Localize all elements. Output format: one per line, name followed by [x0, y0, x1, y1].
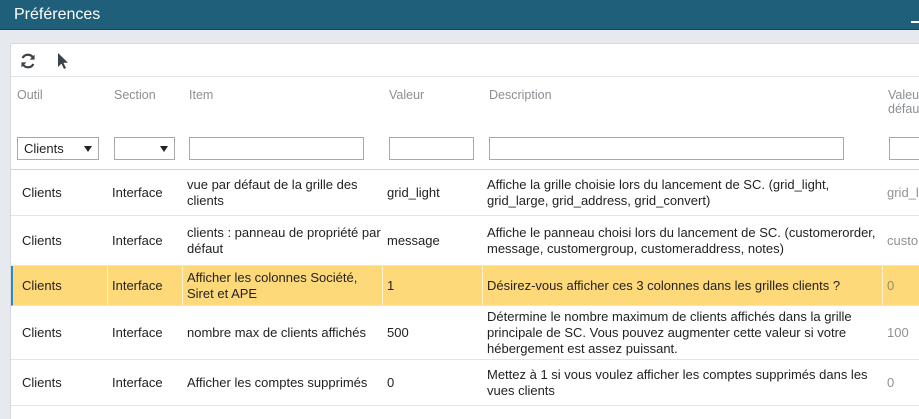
filter-outil-value: Clients [24, 141, 64, 156]
cell-item: Afficher les comptes supprimés [187, 374, 368, 390]
refresh-icon[interactable] [17, 50, 39, 72]
cell-item: clients : panneau de propriété par défau… [187, 224, 381, 256]
column-header-valeur-defaut[interactable]: Valeur par défaut [888, 88, 919, 116]
filter-section-select[interactable] [114, 137, 175, 160]
cell-section: Interface [112, 324, 163, 340]
cell-item: vue par défaut de la grille des clients [187, 176, 358, 208]
column-header-outil[interactable]: Outil [17, 88, 43, 102]
cell-outil: Clients [22, 232, 62, 248]
cursor-icon[interactable] [51, 50, 73, 72]
table-row[interactable]: Clients Interface nombre max de clients … [11, 306, 919, 360]
cell-outil: Clients [22, 184, 62, 200]
cell-valeur: 1 [383, 266, 483, 305]
cell-outil: Clients [13, 266, 108, 305]
window-title: Préférences [14, 6, 101, 23]
filter-description-input[interactable] [489, 137, 844, 160]
window-titlebar: Préférences [0, 0, 919, 30]
cell-item: Afficher les colonnes Société, Siret et … [183, 266, 383, 305]
column-header-description[interactable]: Description [489, 88, 552, 102]
filter-valeur-defaut-input[interactable] [889, 137, 919, 160]
cell-section: Interface [112, 184, 163, 200]
cell-valeur-defaut: grid_light [887, 184, 919, 200]
cell-valeur: 0 [387, 374, 395, 390]
cell-valeur: grid_light [387, 184, 440, 200]
cell-outil: Clients [22, 324, 62, 340]
cell-description: Désirez-vous afficher ces 3 colonnes dan… [483, 266, 883, 305]
cell-valeur-defaut: 100 [887, 324, 909, 340]
cell-section: Interface [108, 266, 183, 305]
column-header-valeur[interactable]: Valeur [389, 88, 424, 102]
cell-item: nombre max de clients affichés [187, 324, 366, 340]
cell-valeur: 500 [387, 324, 409, 340]
table-row[interactable]: Clients Interface vue par défaut de la g… [11, 170, 919, 216]
cell-section: Interface [112, 232, 163, 248]
table-row[interactable]: Clients Interface Afficher les comptes s… [11, 360, 919, 406]
table-row-selected[interactable]: Clients Interface Afficher les colonnes … [11, 266, 919, 306]
grid-toolbar [11, 44, 919, 77]
filter-item-input[interactable] [189, 137, 364, 160]
cell-outil: Clients [22, 374, 62, 390]
preferences-panel: Outil Section Item Valeur Description Va… [10, 43, 919, 419]
cell-description: Affiche la grille choisie lors du lancem… [487, 176, 830, 208]
column-header-item[interactable]: Item [189, 88, 213, 102]
cell-section: Interface [112, 374, 163, 390]
cell-description: Affiche le panneau choisi lors du lancem… [487, 224, 876, 256]
cell-valeur-defaut: customerorder [887, 232, 919, 248]
cell-valeur: message [387, 232, 440, 248]
chevron-down-icon [84, 146, 92, 152]
chevron-down-icon [160, 146, 168, 152]
filter-valeur-input[interactable] [389, 137, 474, 160]
minimize-icon[interactable] [911, 9, 919, 23]
table-row[interactable]: Clients Interface clients : panneau de p… [11, 216, 919, 266]
filter-outil-select[interactable]: Clients [17, 137, 99, 160]
cell-valeur-defaut: 0 [883, 266, 919, 305]
cell-valeur-defaut: 0 [887, 374, 895, 390]
column-header-section[interactable]: Section [114, 88, 156, 102]
cell-description: Mettez à 1 si vous voulez afficher les c… [487, 366, 868, 398]
cell-description: Détermine le nombre maximum de clients a… [487, 308, 852, 356]
